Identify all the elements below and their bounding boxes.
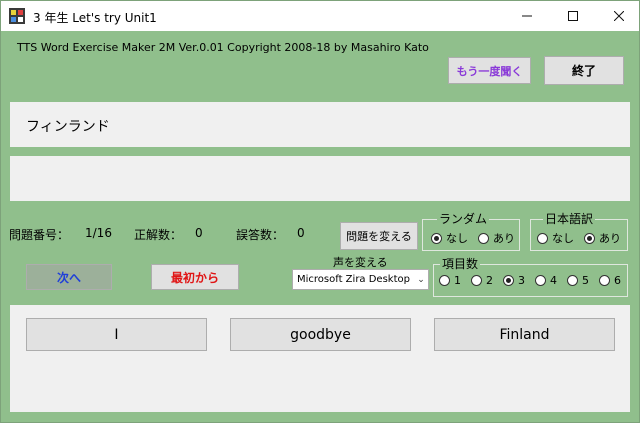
title-bar: 3 年生 Let's try Unit1 — [1, 1, 639, 31]
maximize-button[interactable] — [550, 1, 596, 31]
random-group: ランダム なし あり — [422, 212, 520, 251]
restart-button[interactable]: 最初から — [151, 264, 239, 290]
choice-button-2[interactable]: goodbye — [230, 318, 411, 351]
radio-unchecked-icon — [478, 232, 489, 244]
japanese-option-none[interactable]: なし — [537, 230, 574, 246]
choice-button-1[interactable]: I — [26, 318, 207, 351]
item-count-option-3[interactable]: 3 — [503, 274, 525, 287]
correct-count-value: 0 — [195, 226, 203, 240]
radio-unchecked-icon — [599, 275, 610, 286]
question-text: フィンランド — [26, 119, 110, 135]
item-count-option-6[interactable]: 6 — [599, 274, 621, 287]
repeat-audio-button[interactable]: もう一度聞く — [448, 57, 531, 84]
question-number-value: 1/16 — [85, 226, 112, 240]
radio-unchecked-icon — [439, 275, 450, 286]
correct-count-label: 正解数： — [134, 228, 183, 242]
random-group-title: ランダム — [437, 212, 490, 226]
app-icon — [9, 8, 25, 24]
answer-box — [10, 156, 630, 201]
voice-label: 声を変える — [333, 256, 388, 269]
copyright-text: TTS Word Exercise Maker 2M Ver.0.01 Copy… — [17, 41, 429, 54]
item-count-option-1[interactable]: 1 — [439, 274, 461, 287]
voice-select-value: Microsoft Zira Desktop — [297, 274, 410, 285]
voice-select[interactable]: Microsoft Zira Desktop ⌄ — [292, 269, 429, 290]
close-button[interactable] — [596, 1, 640, 31]
end-button[interactable]: 終了 — [544, 56, 624, 85]
item-count-group: 項目数 1 2 3 4 5 6 — [433, 257, 628, 297]
radio-checked-icon — [431, 232, 442, 244]
maximize-icon — [568, 11, 578, 21]
radio-checked-icon — [584, 232, 595, 244]
close-icon — [614, 11, 624, 21]
change-question-button[interactable]: 問題を変える — [340, 222, 418, 250]
item-count-option-4[interactable]: 4 — [535, 274, 557, 287]
minimize-icon — [522, 15, 532, 17]
minimize-button[interactable] — [504, 1, 550, 31]
radio-checked-icon — [503, 275, 514, 286]
random-option-none[interactable]: なし — [431, 230, 468, 246]
app-window: 3 年生 Let's try Unit1 TTS Word Exercise M… — [0, 0, 640, 423]
random-option-yes[interactable]: あり — [478, 230, 515, 246]
window-title: 3 年生 Let's try Unit1 — [33, 11, 157, 25]
question-box: フィンランド — [10, 102, 630, 147]
choice-button-3[interactable]: Finland — [434, 318, 615, 351]
japanese-translation-group: 日本語訳 なし あり — [530, 212, 628, 251]
japanese-option-yes[interactable]: あり — [584, 230, 621, 246]
chevron-down-icon: ⌄ — [417, 274, 425, 285]
item-count-option-5[interactable]: 5 — [567, 274, 589, 287]
wrong-count-label: 誤答数： — [236, 228, 285, 242]
wrong-count-value: 0 — [297, 226, 305, 240]
choices-panel: I goodbye Finland — [10, 305, 630, 412]
radio-unchecked-icon — [567, 275, 578, 286]
item-count-group-title: 項目数 — [440, 257, 481, 271]
japanese-translation-group-title: 日本語訳 — [543, 212, 596, 226]
next-button[interactable]: 次へ — [26, 264, 112, 290]
radio-unchecked-icon — [537, 232, 548, 244]
question-number-label: 問題番号： — [9, 228, 70, 242]
radio-unchecked-icon — [471, 275, 482, 286]
radio-unchecked-icon — [535, 275, 546, 286]
item-count-option-2[interactable]: 2 — [471, 274, 493, 287]
